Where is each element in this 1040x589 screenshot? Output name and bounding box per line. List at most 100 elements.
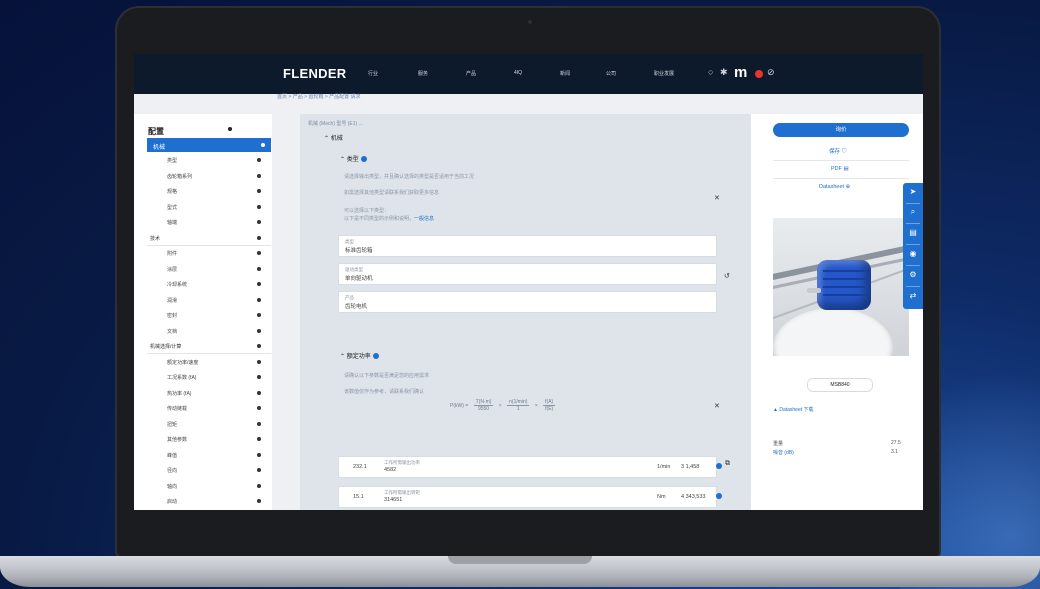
- divider: [906, 265, 920, 266]
- sidebar-item[interactable]: 轴端: [147, 216, 271, 229]
- field-product[interactable]: 产品 齿轮电机: [338, 291, 717, 313]
- sidebar-item-label: 径向: [167, 468, 178, 474]
- status-dot-icon: [257, 251, 261, 255]
- sidebar-item-label: 热功率 (fA): [167, 390, 192, 397]
- sidebar-item-label: 型式: [167, 204, 178, 211]
- sidebar-item[interactable]: 热功率 (fA): [147, 387, 271, 400]
- document-icon[interactable]: ▤: [908, 228, 918, 238]
- send-icon[interactable]: ➤: [908, 187, 918, 197]
- motor-shaft: [807, 288, 821, 293]
- sidebar-item[interactable]: 轴向: [147, 480, 271, 493]
- status-dot-icon: [257, 282, 261, 286]
- nav-item-service[interactable]: 服务: [418, 70, 428, 77]
- search-icon[interactable]: ⊘: [767, 68, 775, 77]
- sidebar-item[interactable]: 冷却系统: [147, 278, 271, 291]
- copy-icon[interactable]: ⧉: [725, 460, 730, 468]
- result-row[interactable]: 15.1 工作所需输出转矩 314651 Nm 4 343,533: [338, 486, 717, 508]
- status-dot-icon: [257, 359, 261, 364]
- sidebar-item[interactable]: 径向: [147, 464, 271, 477]
- sidebar-item[interactable]: 润滑: [147, 294, 271, 307]
- chat-icon[interactable]: ○: [708, 68, 713, 77]
- sidebar-item[interactable]: 峰值: [147, 449, 271, 462]
- reset-icon[interactable]: ↺: [724, 272, 730, 280]
- nav-item-company[interactable]: 公司: [606, 70, 616, 77]
- nav-item-products[interactable]: 产品: [466, 70, 476, 77]
- sidebar-item-mechanical[interactable]: 机械: [147, 138, 271, 152]
- sidebar-item[interactable]: 类型: [147, 154, 271, 167]
- sidebar-item[interactable]: 工况系数 (fA): [147, 371, 271, 384]
- nav-item-4iq[interactable]: 4IQ: [514, 70, 522, 76]
- location-icon[interactable]: ◉: [908, 249, 918, 259]
- info-icon[interactable]: [716, 463, 722, 469]
- sidebar-item[interactable]: 型式: [147, 201, 271, 214]
- gear-motor-image: [817, 260, 871, 310]
- sidebar-item[interactable]: 文档: [147, 325, 271, 338]
- result-label: 工作所需输出功率: [384, 460, 420, 465]
- cad-download-link[interactable]: ▲ Datasheet 下载: [773, 406, 814, 413]
- result-label: 工作所需输出转矩: [384, 490, 420, 495]
- notification-dot-icon[interactable]: [755, 70, 763, 78]
- formula-num: f(A): [543, 399, 556, 406]
- nav-item-news[interactable]: 新闻: [560, 70, 570, 77]
- model-badge: MSB840: [807, 378, 873, 392]
- sidebar-item-label: 齿轮箱系列: [167, 173, 193, 180]
- screen: FLENDER 行业 服务 产品 4IQ 新闻 公司 职业发展 ○ ✱ m ⊘ …: [134, 54, 923, 510]
- pdf-link[interactable]: PDF ▤: [831, 166, 849, 172]
- inquiry-button[interactable]: 询价: [773, 123, 909, 137]
- datasheet-link[interactable]: Datasheet ⊕: [819, 184, 850, 190]
- sidebar-section[interactable]: 机械选择/计算: [147, 340, 271, 354]
- motor-fin: [823, 294, 865, 296]
- field-label: 产品: [345, 295, 354, 300]
- status-dot-icon: [257, 468, 261, 472]
- turntable: [773, 308, 893, 356]
- field-drive-type[interactable]: 驱动类型 单向驱动机: [338, 263, 717, 285]
- result-amount: 4 343,533: [681, 494, 706, 500]
- info-icon[interactable]: [716, 493, 722, 499]
- sidebar-item[interactable]: 附件: [147, 247, 271, 260]
- info-icon[interactable]: [372, 353, 379, 360]
- info-link[interactable]: 一般信息: [414, 216, 434, 222]
- result-number: 15.1: [353, 494, 364, 500]
- sidebar-item[interactable]: 涂层: [147, 263, 271, 276]
- config-sidebar: 配置 机械 类型齿轮箱系列规格型式轴端技术 附件涂层冷却系统润滑密封文档机械选择/…: [134, 114, 272, 510]
- nav-item-career[interactable]: 职业发展: [654, 70, 674, 77]
- field-type[interactable]: 类型 标准齿轮箱: [338, 235, 717, 257]
- block1-header[interactable]: ⌃ 类型: [340, 154, 367, 163]
- sidebar-item[interactable]: 规格: [147, 185, 271, 198]
- formula-num: n(1/min): [507, 399, 530, 406]
- status-dot-icon: [257, 158, 261, 162]
- sidebar-item[interactable]: 其他参数: [147, 433, 271, 446]
- block2-header[interactable]: ⌃ 额定功率: [340, 351, 379, 360]
- sidebar-section[interactable]: 技术: [147, 232, 271, 246]
- save-link[interactable]: 保存 ♡: [829, 147, 847, 155]
- sidebar-item[interactable]: 扭矩: [147, 418, 271, 431]
- sidebar-item[interactable]: 传动链载: [147, 402, 271, 415]
- transfer-icon[interactable]: ⇄: [908, 291, 918, 301]
- sidebar-item-label: 轴端: [167, 220, 178, 226]
- sidebar-title: 配置: [148, 127, 164, 136]
- m-logo-icon[interactable]: m: [734, 64, 747, 81]
- block1-para3: 可以选择以下类型：: [344, 208, 390, 214]
- info-icon[interactable]: [360, 156, 367, 163]
- sidebar-item-label: 规格: [167, 189, 178, 195]
- search-icon[interactable]: ⌕: [908, 207, 918, 217]
- close-icon[interactable]: ✕: [714, 402, 720, 410]
- status-dot-icon: [257, 421, 261, 426]
- nav-item-industry[interactable]: 行业: [368, 70, 378, 77]
- sidebar-item-label: 类型: [167, 158, 178, 164]
- breadcrumb[interactable]: 首页 > 产品 > 齿轮箱 > 产品配置 请求: [277, 93, 361, 100]
- sidebar-item[interactable]: 齿轮箱系列: [147, 170, 271, 183]
- globe-icon[interactable]: ✱: [720, 68, 728, 77]
- result-row[interactable]: 232.1 工作所需输出功率 4582 1/min 3 1,458: [338, 456, 717, 478]
- close-icon[interactable]: ✕: [714, 194, 720, 202]
- sidebar-item[interactable]: 密封: [147, 309, 271, 322]
- status-dot-icon: [257, 173, 261, 178]
- brand-logo[interactable]: FLENDER: [283, 66, 347, 81]
- sidebar-item[interactable]: 额定功率/速度: [147, 356, 271, 369]
- section-toggle[interactable]: ⌃ 机械: [324, 133, 343, 142]
- divider: [906, 203, 920, 204]
- gear-icon[interactable]: ⚙: [908, 270, 918, 280]
- product-3d-view[interactable]: [773, 218, 909, 356]
- sidebar-item[interactable]: 启动: [147, 495, 271, 508]
- formula-den: 9550: [477, 406, 490, 412]
